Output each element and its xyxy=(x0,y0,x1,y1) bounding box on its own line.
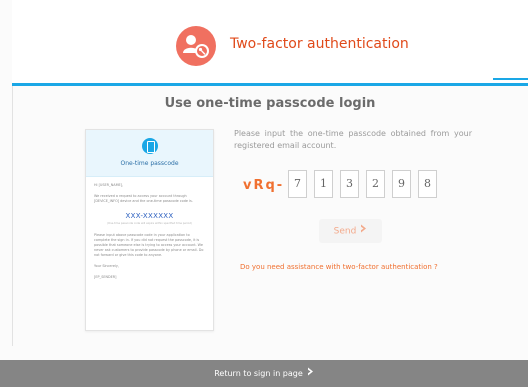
send-button[interactable]: Send xyxy=(319,219,382,243)
email-passcode-note: (One-time passcode code will expire with… xyxy=(106,222,193,225)
header-divider xyxy=(12,83,528,86)
email-paragraph-instructions: Please input above passcode code in your… xyxy=(94,233,204,257)
email-preview-header: One-time passcode xyxy=(86,130,213,177)
email-paragraph-request: We received a request to access your acc… xyxy=(94,194,193,203)
footer: Return to sign in page xyxy=(0,360,528,387)
send-button-label: Send xyxy=(333,226,357,237)
passcode-prefix: vRq- xyxy=(243,178,285,193)
passcode-digit-5[interactable]: 9 xyxy=(392,170,411,198)
email-signoff: Your Sincerely, xyxy=(94,264,119,268)
passcode-digit-4[interactable]: 2 xyxy=(366,170,385,198)
passcode-digit-3[interactable]: 3 xyxy=(340,170,359,198)
header-title: Two-factor authentication xyxy=(230,36,409,52)
chevron-right-icon xyxy=(307,360,314,387)
help-link[interactable]: Do you need assistance with two-factor a… xyxy=(240,263,438,271)
passcode-digit-2[interactable]: 1 xyxy=(314,170,333,198)
page-title: Use one-time passcode login xyxy=(164,96,376,111)
return-to-sign-in-link[interactable]: Return to sign in page xyxy=(0,360,528,387)
mobile-phone-icon xyxy=(142,138,158,154)
chevron-right-icon xyxy=(360,219,367,243)
return-link-label: Return to sign in page xyxy=(214,369,303,378)
instruction-text: Please input the one-time passcode obtai… xyxy=(234,129,472,150)
header: Two-factor authentication xyxy=(12,0,528,84)
email-greeting: Hi [USER_NAME], xyxy=(94,183,124,187)
email-preview-body: Hi [USER_NAME], We received a request to… xyxy=(86,177,213,292)
passcode-digit-1[interactable]: 7 xyxy=(288,170,307,198)
passcode-digit-6[interactable]: 8 xyxy=(418,170,437,198)
email-sender: [EP_SENDER] xyxy=(94,275,117,279)
email-passcode-placeholder: XXX-XXXXXX xyxy=(125,212,174,220)
email-preview-card: One-time passcode Hi [USER_NAME], We rec… xyxy=(85,129,214,331)
email-preview-title: One-time passcode xyxy=(120,160,179,167)
header-divider-accent xyxy=(493,78,528,80)
key-person-icon xyxy=(176,26,216,66)
